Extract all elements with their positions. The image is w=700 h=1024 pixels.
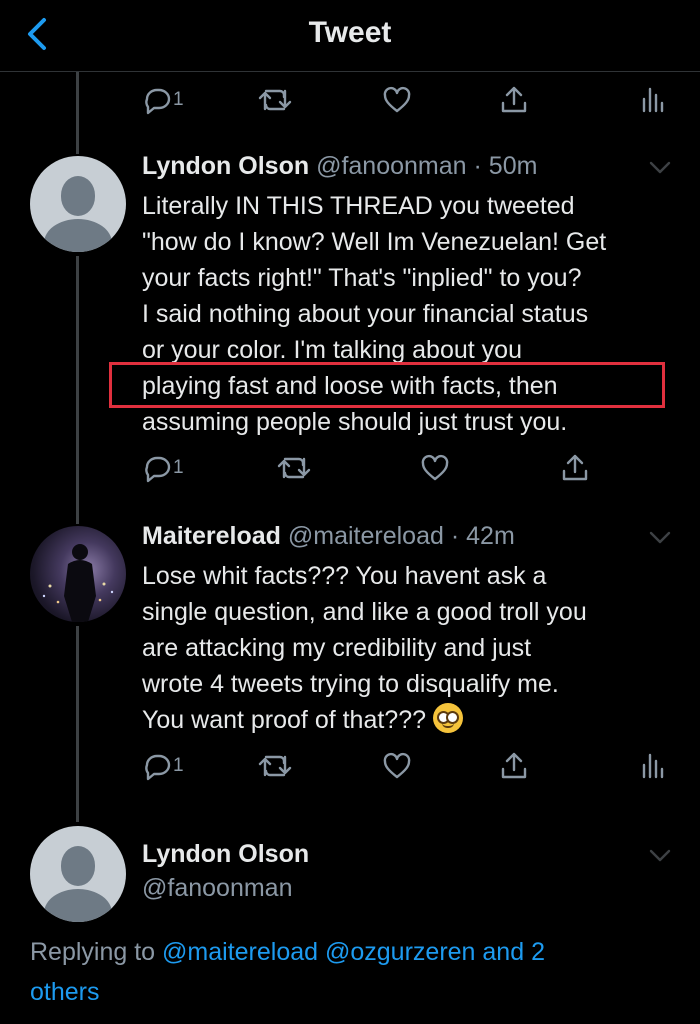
tweet-text-line: Lose whit facts??? You havent ask a — [142, 562, 547, 590]
tweet-text-segment: You want proof of that??? — [142, 706, 427, 734]
heart-icon — [421, 454, 449, 481]
display-name[interactable]: Lyndon Olson — [142, 840, 309, 868]
mention-link[interactable]: @ozgurzeren — [325, 938, 475, 966]
highlight-box — [109, 362, 665, 408]
analytics-icon — [642, 753, 664, 779]
retweet-icon — [258, 89, 292, 111]
tweet-text-line: your facts right!" That's "inplied" to y… — [142, 264, 582, 292]
chevron-down-icon[interactable] — [648, 848, 672, 864]
tweet-header: Lyndon Olson @fanoonman · 50m — [142, 152, 537, 181]
tweet-text-line: Literally IN THIS THREAD you tweeted — [142, 192, 575, 220]
reply-button[interactable]: 1 — [142, 748, 184, 784]
silhouette-photo — [42, 544, 114, 622]
nerd-face-emoji — [432, 703, 463, 733]
tweet-text-line: wrote 4 tweets trying to disqualify me. — [142, 670, 559, 698]
retweet-icon — [277, 457, 311, 479]
tweet-header: Lyndon Olson — [142, 840, 309, 869]
tweet-actions: 1 — [142, 450, 672, 490]
heart-icon — [383, 86, 411, 113]
chevron-down-icon[interactable] — [648, 160, 672, 176]
like-button[interactable] — [420, 450, 450, 486]
analytics-button[interactable] — [640, 748, 664, 784]
retweet-button[interactable] — [258, 748, 292, 784]
tweet-header: @fanoonman — [142, 874, 292, 903]
thread-line — [76, 626, 79, 822]
user-handle[interactable]: @fanoonman — [142, 874, 292, 902]
share-button[interactable] — [499, 748, 529, 784]
default-avatar-body — [44, 219, 112, 252]
default-avatar-body — [44, 889, 112, 922]
analytics-button[interactable] — [640, 82, 664, 118]
chevron-down-icon[interactable] — [648, 530, 672, 546]
share-button[interactable] — [499, 82, 529, 118]
default-avatar-head — [61, 176, 95, 216]
avatar[interactable] — [30, 526, 126, 622]
emoji-mouth — [441, 723, 454, 728]
page-title: Tweet — [308, 16, 392, 49]
share-icon — [501, 752, 527, 779]
reply-count: 1 — [173, 89, 184, 110]
display-name[interactable]: Lyndon Olson — [142, 152, 309, 180]
thread-line — [76, 72, 79, 154]
reply-button[interactable]: 1 — [142, 450, 184, 486]
tweet-text-line: I said nothing about your financial stat… — [142, 300, 589, 328]
tweet-text-line: are attacking my credibility and just — [142, 634, 532, 662]
retweet-icon — [258, 755, 292, 777]
share-icon — [501, 86, 527, 113]
timestamp: · 42m — [450, 522, 515, 550]
like-button[interactable] — [382, 748, 412, 784]
tweet-header: Maitereload @maitereload · 42m — [142, 522, 515, 551]
default-avatar-head — [61, 846, 95, 886]
avatar[interactable] — [30, 156, 126, 252]
tweet-text-line: single question, and like a good troll y… — [142, 598, 587, 626]
share-icon — [562, 454, 588, 481]
others-link[interactable]: others — [30, 978, 99, 1006]
tweet-text-line: "how do I know? Well Im Venezuelan! Get — [142, 228, 607, 256]
tweet-actions: 1 — [142, 82, 672, 122]
retweet-button[interactable] — [277, 450, 311, 486]
share-button[interactable] — [560, 450, 590, 486]
tweet-text-line: assuming people should just trust you. — [142, 408, 568, 436]
tweet-actions: 1 — [142, 748, 672, 788]
analytics-icon — [642, 87, 664, 113]
reply-count: 1 — [173, 457, 184, 478]
avatar[interactable] — [30, 826, 126, 922]
retweet-button[interactable] — [258, 82, 292, 118]
replying-to-label: Replying to — [30, 938, 156, 966]
top-bar: Tweet — [0, 0, 700, 72]
tweet-text: Lose whit facts??? You havent ask a sing… — [142, 558, 682, 738]
replying-to: Replying to @maitereload @ozgurzeren and… — [30, 932, 670, 1012]
reply-button[interactable]: 1 — [142, 82, 184, 118]
user-handle[interactable]: @fanoonman — [316, 152, 466, 180]
like-button[interactable] — [382, 82, 412, 118]
thread-line — [76, 256, 79, 524]
reply-icon — [145, 456, 171, 483]
heart-icon — [383, 752, 411, 779]
display-name[interactable]: Maitereload — [142, 522, 281, 550]
user-handle[interactable]: @maitereload — [288, 522, 444, 550]
timestamp: · 50m — [473, 152, 538, 180]
tweet-text-line: You want proof of that??? — [142, 702, 682, 738]
reply-icon — [145, 88, 171, 115]
mention-link[interactable]: @maitereload — [162, 938, 318, 966]
reply-icon — [145, 754, 171, 781]
reply-count: 1 — [173, 755, 184, 776]
others-link[interactable]: and 2 — [482, 938, 545, 966]
